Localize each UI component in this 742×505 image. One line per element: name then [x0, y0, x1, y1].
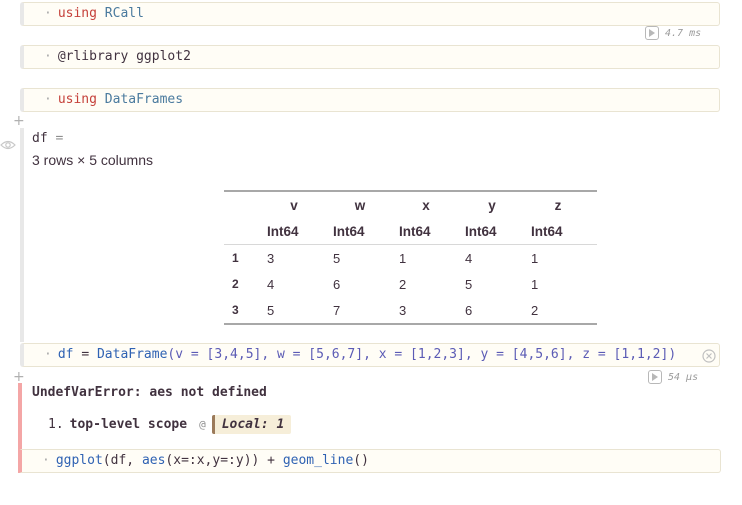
code-function: geom_line: [282, 453, 354, 468]
table-cell: 2: [399, 276, 407, 292]
equals-sign: =: [55, 131, 64, 146]
runtime-indicator: 4.7 ms: [645, 26, 701, 40]
module-name: DataFrames: [104, 92, 184, 107]
keyword-using: using: [57, 6, 97, 21]
column-type: Int64: [267, 218, 333, 245]
stack-trace-item: 1. top-level scope @ Local: 1: [48, 415, 292, 434]
code-cell-dataframe[interactable]: · df = DataFrame(v = [3,4,5], w = [5,6,7]…: [20, 343, 720, 367]
cell-dot: ·: [42, 453, 50, 468]
dataframe-table: v w x y z Int64 Int64 Int64 Int64 Int64 …: [224, 190, 597, 325]
column-header: z: [554, 197, 562, 213]
code-cell-ggplot[interactable]: · ggplot(df, aes(x=:x,y=:y)) + geom_line(…: [18, 449, 721, 473]
cell-dot: ·: [44, 6, 52, 21]
table-cell: 1: [399, 250, 407, 266]
row-index: 1: [232, 251, 239, 265]
table-row: 2 4 6 2 5 1: [224, 271, 597, 297]
code-cell-using-dataframes[interactable]: · using DataFrames: [20, 88, 720, 112]
code-part: (): [353, 453, 369, 468]
code-part: (x=:x,y=:y)) +: [165, 453, 275, 468]
column-header: w: [354, 197, 366, 213]
trace-at: @: [199, 418, 206, 431]
macro-arg: ggplot2: [136, 49, 191, 64]
error-message: UndefVarError: aes not defined: [32, 385, 267, 400]
output-variable-header: df =: [32, 131, 63, 146]
table-cell: 3: [267, 250, 275, 266]
code-function: DataFrame: [96, 347, 168, 362]
table-corner: [224, 191, 267, 218]
column-type: Int64: [465, 218, 531, 245]
table-cell: 5: [465, 276, 473, 292]
column-type: Int64: [531, 218, 597, 245]
column-type: Int64: [333, 218, 399, 245]
code-cell-rlibrary[interactable]: · @rlibrary ggplot2: [20, 45, 720, 69]
runtime-label: 4.7 ms: [665, 27, 702, 39]
keyword-using: using: [57, 92, 97, 107]
add-cell-icon[interactable]: +: [13, 370, 25, 384]
code-args: (v = [3,4,5], w = [5,6,7], x = [1,2,3], …: [167, 347, 677, 362]
table-cell: 2: [531, 302, 539, 318]
row-index: 3: [232, 303, 239, 317]
table-cell: 7: [333, 302, 341, 318]
runtime-indicator: 54 μs: [648, 370, 698, 384]
column-header: v: [290, 197, 298, 213]
trace-scope: top-level scope: [69, 417, 188, 432]
row-index: 2: [232, 277, 239, 291]
delete-cell-icon[interactable]: [702, 348, 716, 367]
table-cell: 6: [333, 276, 341, 292]
table-cell: 1: [531, 276, 539, 292]
table-cell: 4: [267, 276, 275, 292]
module-name: RCall: [104, 6, 144, 21]
code-cell-using-rcall[interactable]: · using RCall: [20, 2, 720, 26]
table-cell: 4: [465, 250, 473, 266]
cell-dot: ·: [44, 92, 52, 107]
table-corner: [224, 218, 267, 245]
code-function: ggplot: [55, 453, 103, 468]
macro-name: @rlibrary: [57, 49, 129, 64]
variable-name: df: [32, 131, 48, 146]
show-code-eye-icon[interactable]: [0, 136, 16, 155]
add-cell-icon[interactable]: +: [13, 114, 25, 128]
column-header: y: [488, 197, 496, 213]
trace-number: 1.: [48, 417, 64, 432]
table-cell: 6: [465, 302, 473, 318]
code-lhs: df: [57, 347, 74, 362]
table-row: 1 3 5 1 4 1: [224, 245, 597, 272]
code-function: aes: [141, 453, 166, 468]
cell-left-bar: [20, 128, 24, 342]
dataframe-summary: 3 rows × 5 columns: [32, 152, 153, 168]
table-cell: 5: [333, 250, 341, 266]
table-cell: 5: [267, 302, 275, 318]
run-cell-icon[interactable]: [645, 26, 659, 40]
column-header: x: [422, 197, 430, 213]
runtime-label: 54 μs: [668, 371, 699, 383]
code-eq: =: [81, 347, 90, 362]
cell-dot: ·: [44, 49, 52, 64]
run-cell-icon[interactable]: [648, 370, 662, 384]
code-part: (df,: [102, 453, 135, 468]
table-cell: 1: [531, 250, 539, 266]
trace-location-link[interactable]: Local: 1: [211, 415, 292, 434]
table-row: 3 5 7 3 6 2: [224, 297, 597, 324]
column-type: Int64: [399, 218, 465, 245]
cell-dot: ·: [44, 347, 52, 362]
table-cell: 3: [399, 302, 407, 318]
